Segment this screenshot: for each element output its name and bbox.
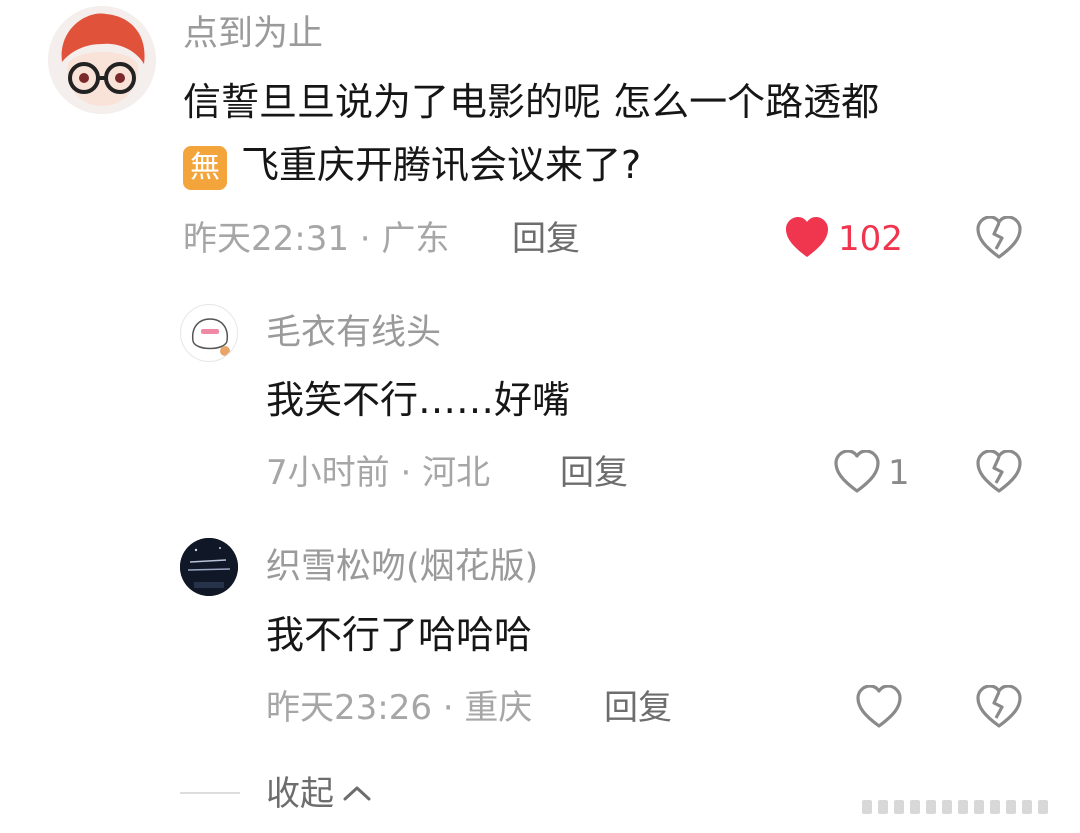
avatar[interactable] [48, 6, 156, 114]
reply-avatar[interactable] [180, 304, 238, 362]
cat-avatar-image [191, 318, 230, 356]
comment-username[interactable]: 点到为止 [183, 14, 323, 54]
like-button[interactable] [784, 216, 830, 260]
reply-username[interactable]: 织雪松吻(烟花版) [266, 547, 538, 587]
reply-location: 重庆 [464, 688, 533, 728]
reply-button[interactable]: 回复 [512, 219, 580, 259]
reply-meta: 昨天23:26 · 重庆 [266, 688, 533, 728]
heart-icon [834, 450, 880, 493]
reply-username[interactable]: 毛衣有线头 [266, 313, 441, 353]
comment-text-line1: 信誓旦旦说为了电影的呢 怎么一个路透都 [183, 80, 880, 124]
chevron-up-icon [343, 786, 371, 801]
like-button[interactable] [834, 450, 880, 494]
reply-time: 7小时前 [266, 453, 390, 493]
comment-meta: 昨天22:31 · 广东 [183, 219, 450, 259]
broken-heart-icon [976, 685, 1022, 728]
reply-time: 昨天23:26 [266, 688, 432, 728]
watermark [862, 800, 1048, 814]
reply-text: 我笑不行……好嘴 [266, 378, 571, 422]
like-button[interactable] [856, 685, 902, 729]
dislike-button[interactable] [976, 450, 1022, 494]
comment-text-line2-row: 無飞重庆开腾讯会议来了? [183, 134, 641, 196]
comment-text-line2: 飞重庆开腾讯会议来了? [241, 143, 642, 187]
dislike-button[interactable] [976, 216, 1022, 260]
divider-line [180, 792, 240, 794]
night-avatar-image [180, 538, 238, 596]
reply-avatar[interactable] [180, 538, 238, 596]
reply-button[interactable]: 回复 [604, 688, 672, 728]
heart-icon [786, 217, 828, 257]
comment-time: 昨天22:31 [183, 219, 349, 259]
reply-meta: 7小时前 · 河北 [266, 453, 491, 493]
collapse-label: 收起 [266, 774, 334, 814]
wu-emoji-icon: 無 [183, 145, 227, 190]
comment-location: 广东 [381, 219, 450, 259]
reply-text: 我不行了哈哈哈 [266, 613, 533, 657]
like-count: 102 [838, 219, 903, 259]
heart-icon [856, 685, 902, 728]
dislike-button[interactable] [976, 685, 1022, 729]
collapse-button[interactable]: 收起 [266, 774, 372, 814]
broken-heart-icon [976, 216, 1022, 259]
reply-location: 河北 [422, 453, 491, 493]
reply-button[interactable]: 回复 [560, 453, 628, 493]
like-count: 1 [888, 453, 910, 493]
avatar-image [48, 6, 156, 114]
broken-heart-icon [976, 450, 1022, 493]
